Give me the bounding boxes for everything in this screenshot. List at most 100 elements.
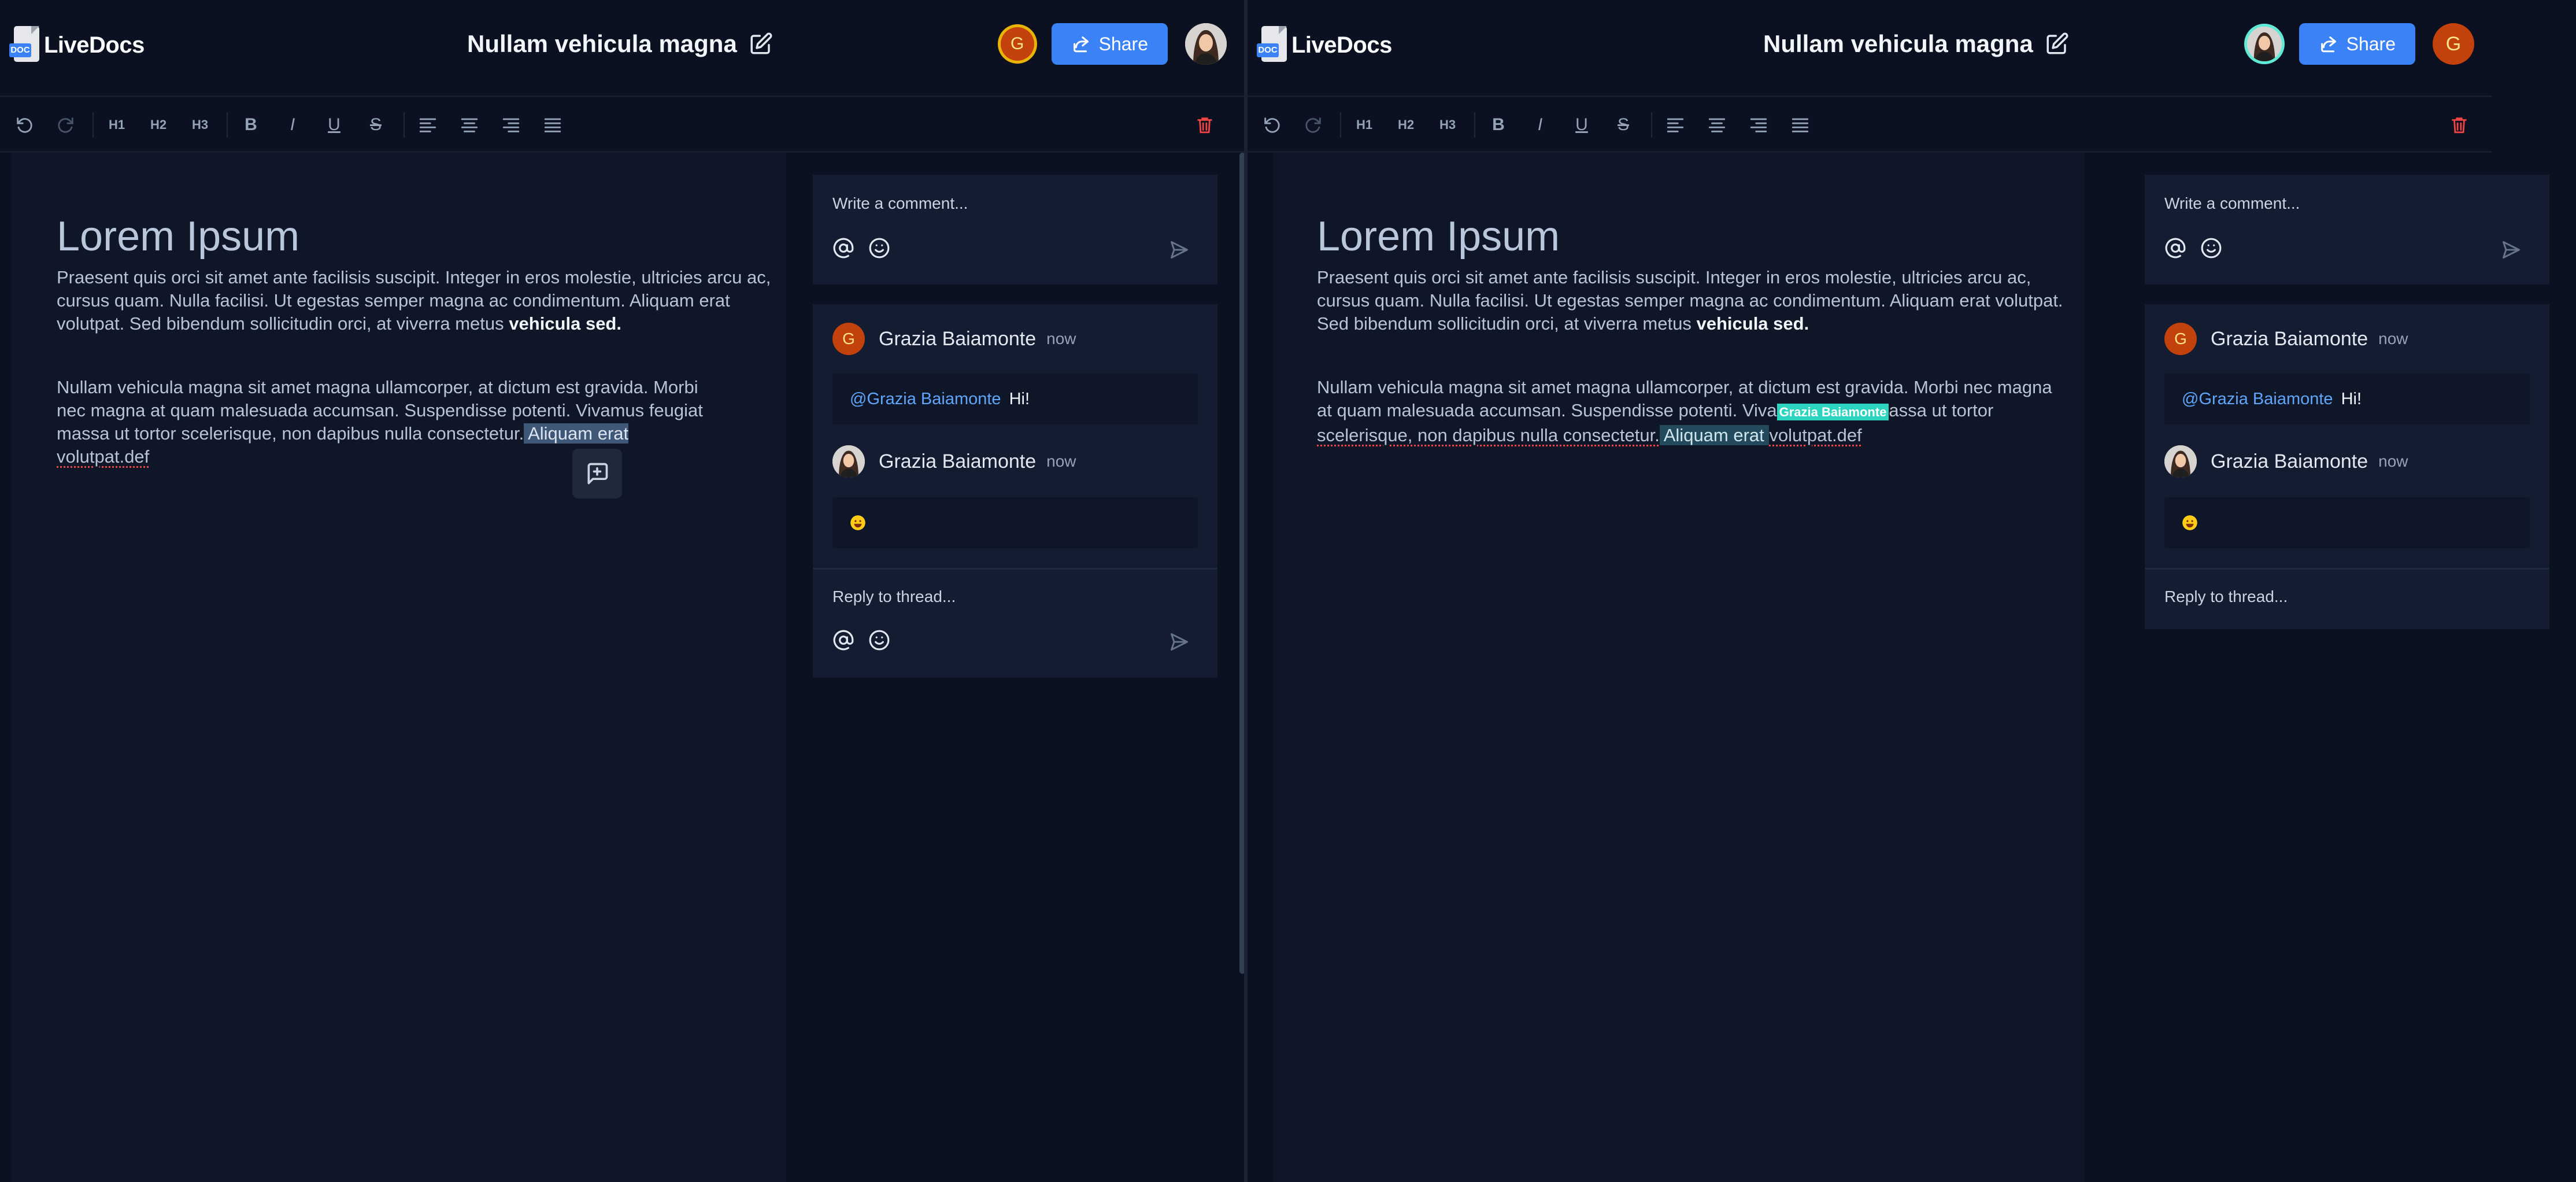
comment-header: Grazia Baiamonte now bbox=[832, 445, 1076, 478]
align-right-icon bbox=[1750, 118, 1767, 132]
redo-button[interactable] bbox=[1298, 110, 1328, 140]
collaborator-avatar[interactable]: G bbox=[1000, 27, 1034, 61]
heading-2-button[interactable]: H2 bbox=[143, 110, 173, 140]
undo-button[interactable] bbox=[9, 110, 39, 140]
grinning-face-icon bbox=[2182, 515, 2197, 530]
underline-button[interactable]: U bbox=[1567, 110, 1597, 140]
align-justify-icon bbox=[1792, 118, 1809, 132]
document-editor[interactable]: Lorem Ipsum Praesent quis orci sit amet … bbox=[1273, 153, 2085, 1182]
app-logo[interactable]: DOC LiveDocs bbox=[9, 22, 145, 68]
align-left-button[interactable] bbox=[413, 110, 443, 140]
mention-icon[interactable] bbox=[2164, 237, 2186, 259]
delete-document-button[interactable] bbox=[2444, 110, 2474, 140]
align-right-button[interactable] bbox=[496, 110, 526, 140]
comment-body: @Grazia Baiamonte Hi! bbox=[832, 374, 1198, 424]
comment-body: @Grazia Baiamonte Hi! bbox=[2164, 374, 2530, 424]
redo-button[interactable] bbox=[51, 110, 81, 140]
comment-thread: G Grazia Baiamonte now @Grazia Baiamonte… bbox=[2145, 304, 2549, 629]
heading-2-button[interactable]: H2 bbox=[1391, 110, 1421, 140]
reply-tools bbox=[832, 629, 890, 651]
top-bar: DOC LiveDocs Nullam vehicula magna Share… bbox=[1248, 0, 2492, 97]
heading-1-button[interactable]: H1 bbox=[1349, 110, 1379, 140]
comment-composer[interactable]: Write a comment... bbox=[813, 175, 1217, 285]
mention-icon[interactable] bbox=[832, 629, 854, 651]
comment-time: now bbox=[1046, 452, 1076, 470]
composer-tools bbox=[2164, 237, 2222, 259]
paragraph-1[interactable]: Praesent quis orci sit amet ante facilis… bbox=[1317, 266, 2074, 335]
comment-input[interactable]: Write a comment... bbox=[2164, 194, 2300, 213]
comment-time: now bbox=[2378, 330, 2408, 348]
align-right-icon bbox=[502, 118, 520, 132]
comment-input[interactable]: Write a comment... bbox=[832, 194, 968, 213]
strikethrough-button[interactable]: S bbox=[1608, 110, 1638, 140]
send-icon[interactable] bbox=[1169, 631, 1190, 652]
paragraph-2[interactable]: Nullam vehicula magna sit amet magna ull… bbox=[1317, 376, 2080, 447]
comment-avatar: G bbox=[2164, 323, 2197, 355]
document-heading[interactable]: Lorem Ipsum bbox=[57, 210, 762, 263]
emoji-icon[interactable] bbox=[868, 237, 890, 259]
share-button[interactable]: Share bbox=[2299, 23, 2415, 65]
send-icon[interactable] bbox=[2501, 239, 2522, 260]
app-name: LiveDocs bbox=[1291, 32, 1392, 58]
reply-input[interactable]: Reply to thread... bbox=[2164, 588, 2288, 606]
underline-button[interactable]: U bbox=[319, 110, 349, 140]
mention-link[interactable]: @Grazia Baiamonte bbox=[2182, 390, 2333, 409]
edit-title-icon[interactable] bbox=[749, 32, 773, 56]
send-icon[interactable] bbox=[1169, 239, 1190, 260]
undo-button[interactable] bbox=[1257, 110, 1287, 140]
align-left-icon bbox=[419, 118, 436, 132]
edit-title-icon[interactable] bbox=[2045, 32, 2069, 56]
add-comment-button[interactable] bbox=[572, 449, 622, 498]
collaborator-avatar[interactable] bbox=[2246, 27, 2282, 61]
strikethrough-button[interactable]: S bbox=[361, 110, 391, 140]
emoji-icon[interactable] bbox=[868, 629, 890, 651]
reply-input[interactable]: Reply to thread... bbox=[832, 588, 956, 606]
comment-time: now bbox=[2378, 452, 2408, 470]
mention-icon[interactable] bbox=[832, 237, 854, 259]
document-editor[interactable]: Lorem Ipsum Praesent quis orci sit amet … bbox=[12, 153, 786, 1182]
align-center-button[interactable] bbox=[1702, 110, 1732, 140]
align-right-button[interactable] bbox=[1744, 110, 1774, 140]
paragraph-1[interactable]: Praesent quis orci sit amet ante facilis… bbox=[57, 266, 773, 335]
document-title[interactable]: Nullam vehicula magna bbox=[467, 24, 773, 64]
italic-button[interactable]: I bbox=[1525, 110, 1555, 140]
comment-header: G Grazia Baiamonte now bbox=[2164, 323, 2408, 355]
redo-icon bbox=[58, 117, 73, 133]
align-justify-icon bbox=[544, 118, 561, 132]
comment-author: Grazia Baiamonte bbox=[2211, 450, 2368, 472]
heading-1-button[interactable]: H1 bbox=[102, 110, 132, 140]
formatting-toolbar: H1 H2 H3 B I U S bbox=[0, 97, 1244, 153]
share-icon bbox=[1073, 36, 1089, 53]
align-justify-button[interactable] bbox=[1785, 110, 1815, 140]
collaborator-cursor-label: Grazia Baiamonte bbox=[1776, 404, 1889, 420]
document-title[interactable]: Nullam vehicula magna bbox=[1763, 24, 2069, 64]
user-avatar[interactable] bbox=[1185, 23, 1227, 65]
emoji-icon[interactable] bbox=[2200, 237, 2222, 259]
align-left-button[interactable] bbox=[1660, 110, 1690, 140]
align-center-button[interactable] bbox=[454, 110, 484, 140]
document-title-text: Nullam vehicula magna bbox=[467, 30, 737, 57]
delete-document-button[interactable] bbox=[1190, 110, 1220, 140]
app-logo[interactable]: DOC LiveDocs bbox=[1257, 22, 1392, 68]
bold-button[interactable]: B bbox=[1483, 110, 1513, 140]
align-center-icon bbox=[461, 118, 478, 132]
align-justify-button[interactable] bbox=[538, 110, 568, 140]
document-heading[interactable]: Lorem Ipsum bbox=[1317, 210, 2080, 263]
heading-3-button[interactable]: H3 bbox=[185, 110, 215, 140]
comment-body bbox=[2164, 497, 2530, 548]
paragraph-2[interactable]: Nullam vehicula magna sit amet magna ull… bbox=[57, 376, 762, 468]
heading-3-button[interactable]: H3 bbox=[1433, 110, 1463, 140]
editor-window-right: DOC LiveDocs Nullam vehicula magna Share… bbox=[1248, 0, 2549, 1182]
comment-avatar: G bbox=[832, 323, 865, 355]
mention-link[interactable]: @Grazia Baiamonte bbox=[850, 390, 1001, 409]
italic-button[interactable]: I bbox=[277, 110, 308, 140]
share-icon bbox=[2320, 36, 2336, 53]
app-name: LiveDocs bbox=[44, 32, 145, 58]
comment-composer[interactable]: Write a comment... bbox=[2145, 175, 2549, 285]
bold-button[interactable]: B bbox=[236, 110, 266, 140]
comment-header: Grazia Baiamonte now bbox=[2164, 445, 2408, 478]
grinning-face-icon bbox=[850, 515, 865, 530]
align-left-icon bbox=[1667, 118, 1684, 132]
user-avatar[interactable]: G bbox=[2433, 23, 2474, 65]
share-button[interactable]: Share bbox=[1051, 23, 1168, 65]
